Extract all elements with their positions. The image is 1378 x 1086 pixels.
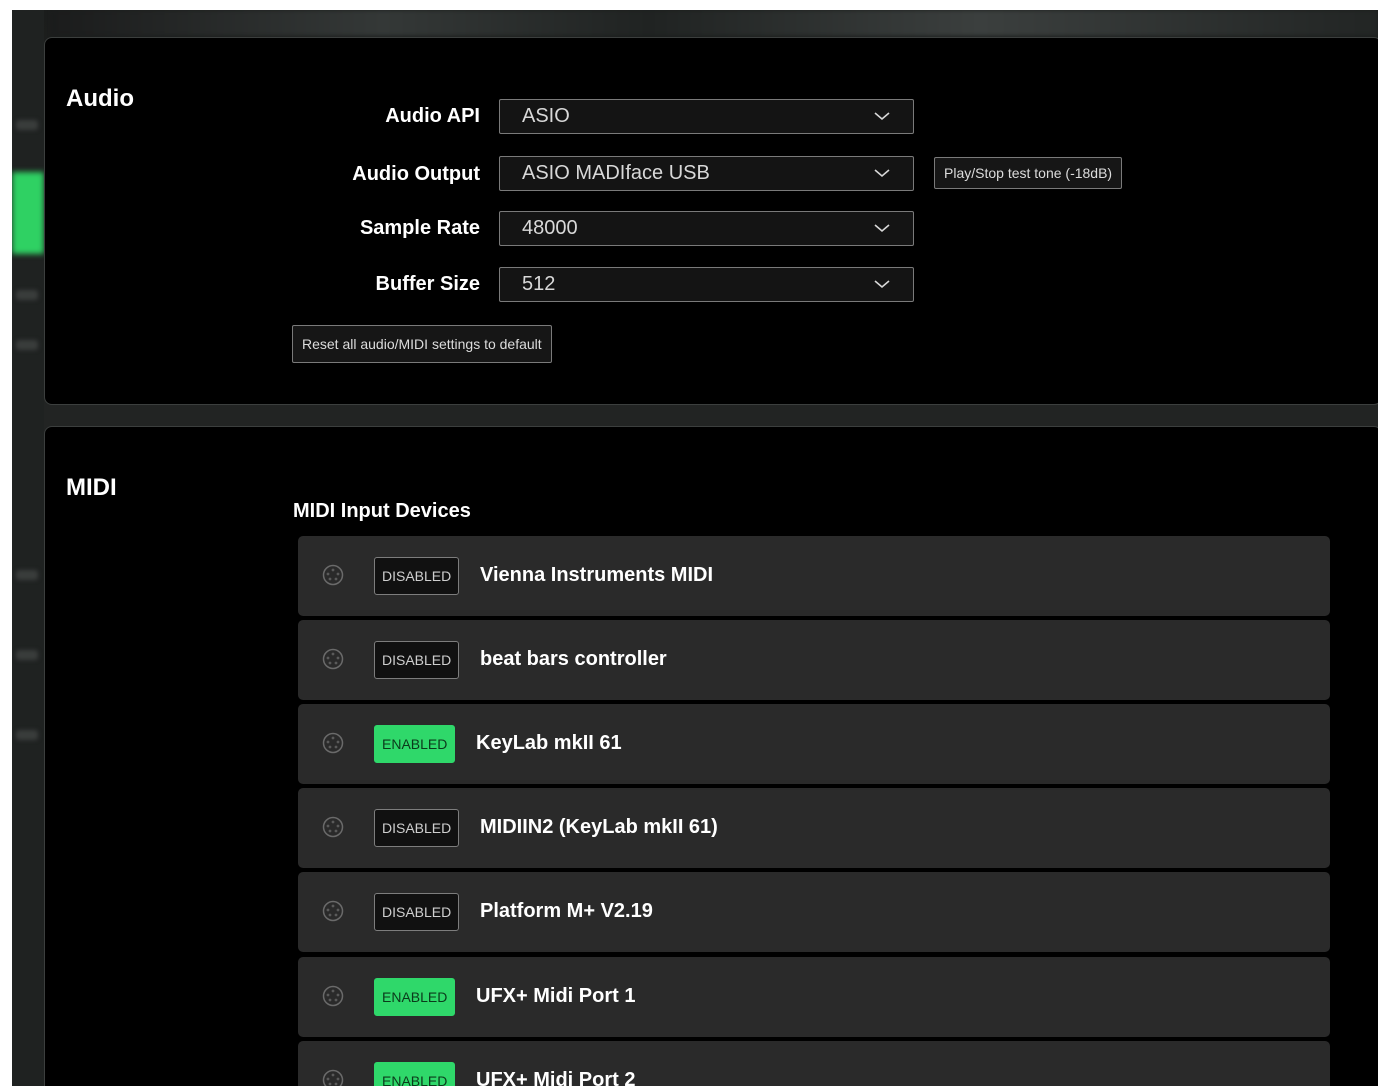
- chevron-down-icon: [874, 169, 890, 178]
- midi-device-row[interactable]: DISABLED Platform M+ V2.19: [298, 872, 1330, 952]
- device-status-toggle[interactable]: DISABLED: [374, 641, 460, 679]
- test-tone-button[interactable]: Play/Stop test tone (-18dB): [934, 157, 1123, 189]
- device-status-toggle[interactable]: ENABLED: [374, 978, 456, 1016]
- sample-rate-select[interactable]: 48000: [499, 211, 914, 246]
- midi-port-icon: [322, 1069, 344, 1086]
- audio-api-label: Audio API: [385, 105, 480, 127]
- device-name: Platform M+ V2.19: [480, 900, 653, 922]
- active-nav-indicator[interactable]: [12, 172, 44, 254]
- device-name: Vienna Instruments MIDI: [480, 564, 714, 586]
- buffer-size-select[interactable]: 512: [499, 267, 914, 302]
- device-status-toggle[interactable]: ENABLED: [374, 1062, 456, 1086]
- audio-panel: Audio Audio API ASIO Audio Output ASIO M…: [44, 37, 1378, 405]
- device-name: MIDIIN2 (KeyLab mkII 61): [480, 816, 718, 838]
- sample-rate-label: Sample Rate: [359, 217, 480, 239]
- device-status-toggle[interactable]: ENABLED: [374, 725, 456, 763]
- nav-item[interactable]: [16, 730, 38, 740]
- audio-section-title: Audio: [66, 85, 134, 112]
- midi-device-row[interactable]: DISABLED MIDIIN2 (KeyLab mkII 61): [298, 788, 1330, 868]
- audio-output-select[interactable]: ASIO MADIface USB: [499, 156, 914, 191]
- device-name: UFX+ Midi Port 1: [476, 985, 636, 1007]
- chevron-down-icon: [874, 280, 890, 289]
- top-header-strip: [52, 10, 1378, 36]
- nav-item[interactable]: [16, 340, 38, 350]
- audio-output-value: ASIO MADIface USB: [522, 162, 710, 184]
- side-rail: [12, 10, 44, 1086]
- buffer-size-label: Buffer Size: [375, 273, 480, 295]
- midi-device-row[interactable]: DISABLED Vienna Instruments MIDI: [298, 536, 1330, 616]
- chevron-down-icon: [874, 112, 890, 121]
- chevron-down-icon: [874, 224, 890, 233]
- nav-item[interactable]: [16, 120, 38, 130]
- midi-port-icon: [322, 648, 344, 670]
- nav-item[interactable]: [16, 650, 38, 660]
- device-name: KeyLab mkII 61: [476, 732, 622, 754]
- midi-device-row[interactable]: ENABLED KeyLab mkII 61: [298, 704, 1330, 784]
- reset-defaults-button[interactable]: Reset all audio/MIDI settings to default: [292, 325, 552, 363]
- buffer-size-value: 512: [522, 273, 556, 295]
- midi-port-icon: [322, 985, 344, 1007]
- midi-port-icon: [322, 732, 344, 754]
- nav-item[interactable]: [16, 290, 38, 300]
- midi-port-icon: [322, 900, 344, 922]
- device-status-toggle[interactable]: DISABLED: [374, 809, 460, 847]
- device-status-toggle[interactable]: DISABLED: [374, 893, 460, 931]
- midi-inputs-heading: MIDI Input Devices: [293, 500, 471, 522]
- audio-api-value: ASIO: [522, 105, 570, 127]
- midi-device-row[interactable]: ENABLED UFX+ Midi Port 2: [298, 1041, 1330, 1086]
- midi-device-row[interactable]: ENABLED UFX+ Midi Port 1: [298, 957, 1330, 1037]
- audio-api-select[interactable]: ASIO: [499, 99, 914, 134]
- midi-section-title: MIDI: [66, 474, 117, 501]
- device-name: UFX+ Midi Port 2: [476, 1069, 636, 1086]
- audio-output-label: Audio Output: [352, 163, 480, 185]
- nav-item[interactable]: [16, 570, 38, 580]
- device-status-toggle[interactable]: DISABLED: [374, 557, 460, 595]
- midi-device-row[interactable]: DISABLED beat bars controller: [298, 620, 1330, 700]
- device-name: beat bars controller: [480, 648, 667, 670]
- sample-rate-value: 48000: [522, 217, 578, 239]
- midi-panel: MIDI MIDI Input Devices DISABLED Vienna I…: [44, 426, 1378, 1086]
- midi-port-icon: [322, 564, 344, 586]
- midi-port-icon: [322, 816, 344, 838]
- settings-window: Audio Audio API ASIO Audio Output ASIO M…: [12, 10, 1378, 1086]
